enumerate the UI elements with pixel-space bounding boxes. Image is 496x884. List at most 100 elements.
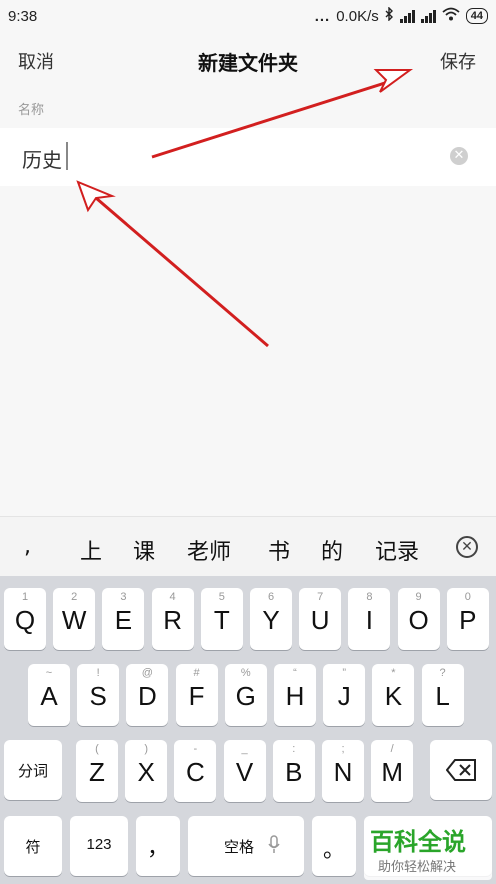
key-hint: ) bbox=[144, 743, 149, 755]
number-key[interactable]: 123 bbox=[70, 816, 128, 876]
watermark-title: 百科全说 bbox=[370, 828, 466, 856]
name-input[interactable]: 历史 ✕ bbox=[0, 128, 496, 186]
symbol-key-label: 符 bbox=[25, 839, 41, 856]
close-candidates-icon[interactable]: ✕ bbox=[456, 536, 478, 558]
key-hint: 6 bbox=[267, 591, 275, 603]
watermark: 百科全说 助你轻松解决 bbox=[364, 820, 492, 880]
key-f[interactable]: # F bbox=[175, 664, 218, 726]
key-l[interactable]: ? L bbox=[421, 664, 464, 726]
key-letter: K bbox=[384, 681, 403, 711]
key-letter: Q bbox=[14, 605, 36, 635]
key-hint: “ bbox=[293, 667, 297, 679]
candidate-item[interactable]: 书 bbox=[268, 534, 290, 566]
key-t[interactable]: 5T bbox=[200, 588, 243, 650]
key-letter: E bbox=[114, 605, 133, 635]
key-r[interactable]: 4R bbox=[151, 588, 194, 650]
candidate-item[interactable]: 上 bbox=[80, 534, 102, 566]
key-letter: S bbox=[89, 681, 107, 711]
key-hint: ! bbox=[96, 667, 100, 679]
key-hint: ( bbox=[95, 743, 99, 755]
key-m[interactable]: / M bbox=[371, 740, 414, 802]
key-n[interactable]: ; N bbox=[322, 740, 364, 802]
symbol-key[interactable]: 符 bbox=[4, 816, 62, 876]
key-hint: ; bbox=[341, 743, 345, 755]
segment-key[interactable]: 分词 bbox=[4, 740, 62, 800]
key-hint: # bbox=[193, 667, 200, 679]
microphone-icon bbox=[268, 835, 280, 860]
key-hint: ~ bbox=[45, 667, 53, 679]
key-hint: 4 bbox=[169, 591, 176, 603]
key-u[interactable]: 7U bbox=[299, 588, 342, 650]
key-letter: U bbox=[310, 605, 330, 635]
key-letter: H bbox=[285, 681, 305, 711]
key-h[interactable]: “H bbox=[274, 664, 316, 726]
key-g[interactable]: % G bbox=[224, 664, 267, 726]
key-letter: C bbox=[186, 757, 205, 787]
key-letter: M bbox=[381, 757, 404, 787]
status-bar: 9:38 ... 0.0K/s 44 bbox=[0, 0, 496, 34]
save-button[interactable]: 保存 bbox=[440, 48, 476, 74]
key-p[interactable]: 0P bbox=[446, 588, 489, 650]
name-input-value[interactable]: 历史 bbox=[22, 144, 62, 173]
key-letter: T bbox=[213, 605, 230, 635]
space-key[interactable]: 空格 bbox=[188, 816, 304, 876]
key-x[interactable]: ) X bbox=[125, 740, 168, 802]
key-hint: ” bbox=[342, 667, 347, 679]
key-j[interactable]: ” J bbox=[323, 664, 366, 726]
period-key-label: 。 bbox=[322, 837, 345, 862]
candidate-item[interactable]: 老师 bbox=[187, 534, 231, 566]
key-c[interactable]: -C bbox=[174, 740, 217, 802]
more-notifications-icon: ... bbox=[314, 7, 331, 25]
key-hint: 8 bbox=[366, 591, 373, 603]
status-time: 9:38 bbox=[8, 8, 38, 25]
key-d[interactable]: @ D bbox=[126, 664, 169, 726]
key-i[interactable]: 8I bbox=[348, 588, 391, 650]
key-letter: P bbox=[459, 605, 477, 635]
key-w[interactable]: 2W bbox=[53, 588, 96, 650]
key-k[interactable]: * K bbox=[372, 664, 415, 726]
key-hint: 7 bbox=[317, 591, 324, 603]
watermark-subtitle: 助你轻松解决 bbox=[378, 860, 457, 875]
key-hint: 0 bbox=[464, 591, 471, 603]
signal-icon-2 bbox=[420, 9, 436, 23]
status-icons: ... 0.0K/s 44 bbox=[314, 6, 488, 25]
key-letter: D bbox=[138, 681, 157, 711]
key-y[interactable]: 6Y bbox=[250, 588, 292, 650]
key-letter: Z bbox=[89, 757, 105, 787]
key-v[interactable]: _ V bbox=[223, 740, 266, 802]
period-key[interactable]: 。 bbox=[312, 816, 356, 876]
key-letter: O bbox=[408, 605, 429, 635]
top-bar: 取消 新建文件夹 保存 bbox=[0, 34, 496, 86]
key-z[interactable]: (Z bbox=[76, 740, 118, 802]
key-hint: * bbox=[391, 667, 396, 679]
key-hint: % bbox=[240, 667, 251, 679]
key-hint: ? bbox=[439, 667, 446, 679]
key-letter: N bbox=[333, 757, 353, 787]
key-s[interactable]: ! S bbox=[77, 664, 120, 726]
backspace-icon bbox=[445, 759, 476, 786]
key-letter: Y bbox=[262, 605, 280, 635]
key-hint: / bbox=[390, 743, 394, 755]
key-hint: : bbox=[292, 743, 296, 755]
key-e[interactable]: 3E bbox=[102, 588, 145, 650]
candidate-item[interactable]: 记录 bbox=[375, 534, 419, 566]
text-caret bbox=[66, 142, 68, 170]
key-letter: G bbox=[235, 681, 256, 711]
key-b[interactable]: :B bbox=[272, 740, 315, 802]
key-q[interactable]: 1Q bbox=[4, 588, 46, 650]
clear-icon[interactable]: ✕ bbox=[450, 147, 468, 165]
candidate-item[interactable]: 课 bbox=[133, 534, 155, 566]
key-letter: R bbox=[163, 605, 182, 635]
bluetooth-icon bbox=[385, 6, 394, 25]
key-a[interactable]: ~ A bbox=[28, 664, 70, 726]
signal-icon bbox=[399, 9, 415, 23]
arrow-to-input bbox=[76, 180, 269, 348]
candidate-item[interactable]: , bbox=[24, 534, 31, 559]
key-hint: 3 bbox=[120, 591, 127, 603]
number-key-label: 123 bbox=[86, 836, 112, 853]
backspace-key[interactable] bbox=[430, 740, 492, 800]
candidate-item[interactable]: 的 bbox=[321, 534, 343, 566]
wifi-icon bbox=[442, 7, 460, 25]
key-o[interactable]: 9O bbox=[397, 588, 440, 650]
key-letter: I bbox=[365, 605, 373, 635]
